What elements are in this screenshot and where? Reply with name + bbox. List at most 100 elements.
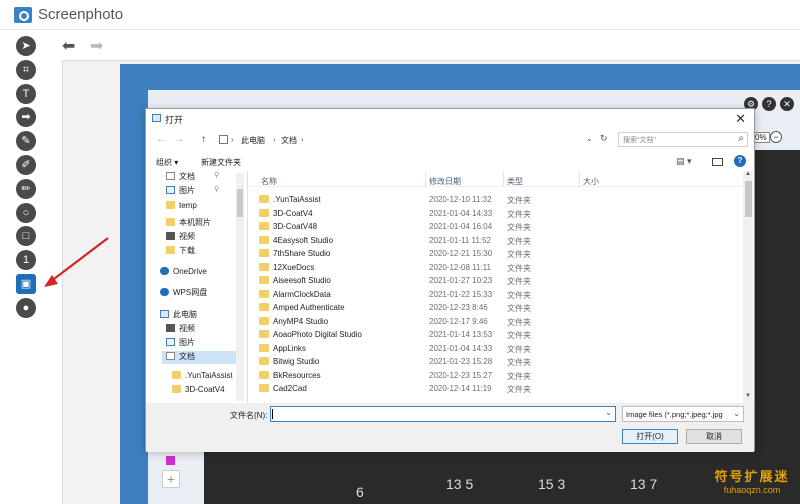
nav-item[interactable]: 视频 [162, 231, 236, 244]
img-icon [166, 338, 175, 346]
file-row[interactable]: .YunTaiAssist 2020-12-10 11:32 文件夹 [249, 193, 746, 207]
organize-button[interactable]: 组织 ▾ [156, 157, 178, 168]
nav-item-label: 3D-CoatV4 [185, 385, 225, 394]
filename-field[interactable]: ⌄ [270, 406, 616, 422]
address-dropdown-icon[interactable]: ⌄ [586, 134, 593, 143]
nav-item[interactable]: .YunTaiAssist [168, 371, 236, 384]
text-icon: T [22, 87, 30, 100]
search-placeholder: 搜索"文档" [623, 137, 656, 144]
refresh-icon[interactable]: ↻ [600, 133, 608, 144]
file-row[interactable]: AppLinks 2021-01-04 14:33 文件夹 [249, 342, 746, 356]
add-button[interactable]: + [162, 470, 180, 488]
scroll-up-icon[interactable]: ▲ [745, 171, 751, 177]
pencil-tool[interactable]: ✏ [16, 178, 36, 199]
file-row[interactable]: 4Easysoft Studio 2021-01-11 11:52 文件夹 [249, 234, 746, 248]
help-icon[interactable]: ? [734, 155, 746, 167]
nav-item[interactable]: WPS网盘 [156, 287, 236, 300]
zoom-out-button[interactable]: − [770, 131, 782, 143]
file-row[interactable]: Amped Authenticate 2020-12-23 8:46 文件夹 [249, 301, 746, 315]
folder-icon [259, 357, 269, 365]
dial-number: 6 [356, 484, 364, 500]
column-divider[interactable] [579, 171, 580, 187]
nav-item[interactable]: 文档 [162, 351, 236, 364]
file-row[interactable]: 3D-CoatV4 2021-01-04 14:33 文件夹 [249, 207, 746, 221]
pen-tool[interactable]: ✎ [16, 131, 36, 152]
file-row[interactable]: AnyMP4 Studio 2020-12-17 9:46 文件夹 [249, 315, 746, 329]
file-type: 文件夹 [507, 371, 531, 381]
file-date: 2021-01-22 15:33 [429, 289, 493, 299]
dialog-close-button[interactable]: ✕ [735, 111, 746, 127]
nav-item[interactable]: 图片 ⚲ [162, 185, 236, 198]
breadcrumb-this-pc[interactable]: 此电脑 [241, 135, 265, 146]
file-row[interactable]: AlarmClockData 2021-01-22 15:33 文件夹 [249, 288, 746, 302]
new-folder-button[interactable]: 新建文件夹 [201, 157, 241, 168]
pin-icon[interactable]: ⚲ [214, 185, 219, 193]
scroll-down-icon[interactable]: ▼ [745, 393, 751, 399]
nav-item-label: 文档 [179, 172, 195, 181]
rectangle-tool[interactable]: □ [16, 226, 36, 247]
color-swatch[interactable] [166, 456, 175, 465]
counter-tool[interactable]: 1 [16, 250, 36, 271]
folder-icon [172, 371, 181, 379]
file-row[interactable]: Bitwig Studio 2021-01-23 15:28 文件夹 [249, 355, 746, 369]
folder-icon [166, 218, 175, 226]
back-arrow-icon[interactable]: ← [156, 134, 166, 145]
column-type[interactable]: 类型 [507, 176, 523, 187]
nav-item[interactable]: 视频 [162, 323, 236, 336]
breadcrumb-documents[interactable]: 文档 [281, 135, 297, 146]
ellipse-tool[interactable]: ○ [16, 202, 36, 223]
file-row[interactable]: Cad2Cad 2020-12-14 11:19 文件夹 [249, 382, 746, 396]
nav-item-label: 图片 [179, 338, 195, 347]
preview-pane-icon[interactable] [712, 158, 723, 166]
dialog-app-icon [152, 114, 161, 122]
nav-item[interactable]: OneDrive [156, 267, 236, 280]
open-button[interactable]: 打开(O) [622, 429, 678, 444]
file-row[interactable]: BkResources 2020-12-23 15:27 文件夹 [249, 369, 746, 383]
undo-button[interactable]: ⬅ [62, 36, 75, 56]
crop-tool[interactable]: ⌗ [16, 59, 36, 80]
view-options-icon[interactable]: ▤ ▾ [676, 156, 692, 167]
marker-tool[interactable]: ✐ [16, 155, 36, 175]
nav-item[interactable]: 下载 [162, 245, 236, 258]
image-tool[interactable]: ▣ [16, 274, 36, 294]
nav-item[interactable]: 3D-CoatV4 [168, 385, 236, 398]
nav-item[interactable]: 文档 ⚲ [162, 171, 236, 184]
nav-item[interactable]: 本机照片 [162, 217, 236, 230]
list-scrollbar-thumb[interactable] [745, 181, 752, 217]
file-row[interactable]: 7thShare Studio 2020-12-21 15:30 文件夹 [249, 247, 746, 261]
arrow-right-tool[interactable]: ➡ [16, 107, 36, 128]
folder-icon [172, 385, 181, 393]
search-input[interactable]: 搜索"文档" ⌕ [618, 132, 748, 147]
redo-button[interactable]: ➡ [90, 36, 103, 56]
blur-tool[interactable]: ● [16, 297, 36, 318]
nav-item[interactable]: 此电脑 [156, 309, 236, 322]
arrow-tool[interactable]: ➤ [16, 36, 36, 56]
nav-scrollbar-thumb[interactable] [237, 189, 243, 217]
file-date: 2020-12-23 15:27 [429, 370, 493, 380]
file-row[interactable]: Aiseesoft Studio 2021-01-27 10:23 文件夹 [249, 274, 746, 288]
nav-item[interactable]: 图片 [162, 337, 236, 350]
pin-icon[interactable]: ⚲ [214, 171, 219, 179]
file-type-select[interactable]: Image files (*.png;*.jpeg;*.jpg ⌄ [622, 406, 744, 422]
column-size[interactable]: 大小 [583, 176, 599, 187]
up-arrow-icon[interactable]: ↑ [201, 134, 206, 145]
dial-number: 15 3 [538, 476, 566, 492]
forward-arrow-icon[interactable]: → [174, 134, 184, 145]
file-row[interactable]: AoaoPhoto Digital Studio 2021-01-14 13:53… [249, 328, 746, 342]
column-name[interactable]: 名称 [261, 176, 277, 187]
help-circle-icon[interactable]: ? [762, 97, 776, 111]
file-row[interactable]: 12XueDocs 2020-12-08 11:11 文件夹 [249, 261, 746, 275]
cancel-button[interactable]: 取消 [686, 429, 742, 444]
chevron-down-icon[interactable]: ⌄ [605, 408, 612, 417]
nav-item[interactable]: temp [162, 201, 236, 214]
breadcrumb[interactable]: › 此电脑 › 文档 › [216, 132, 612, 148]
column-divider[interactable] [425, 171, 426, 187]
column-date[interactable]: 修改日期 [429, 176, 461, 187]
file-date: 2020-12-10 11:32 [429, 195, 492, 204]
column-divider[interactable] [503, 171, 504, 187]
text-tool[interactable]: T [16, 83, 36, 104]
file-date: 2021-01-04 16:04 [429, 222, 493, 231]
folder-icon [259, 195, 269, 203]
close-circle-icon[interactable]: ✕ [780, 97, 794, 111]
file-row[interactable]: 3D-CoatV48 2021-01-04 16:04 文件夹 [249, 220, 746, 234]
